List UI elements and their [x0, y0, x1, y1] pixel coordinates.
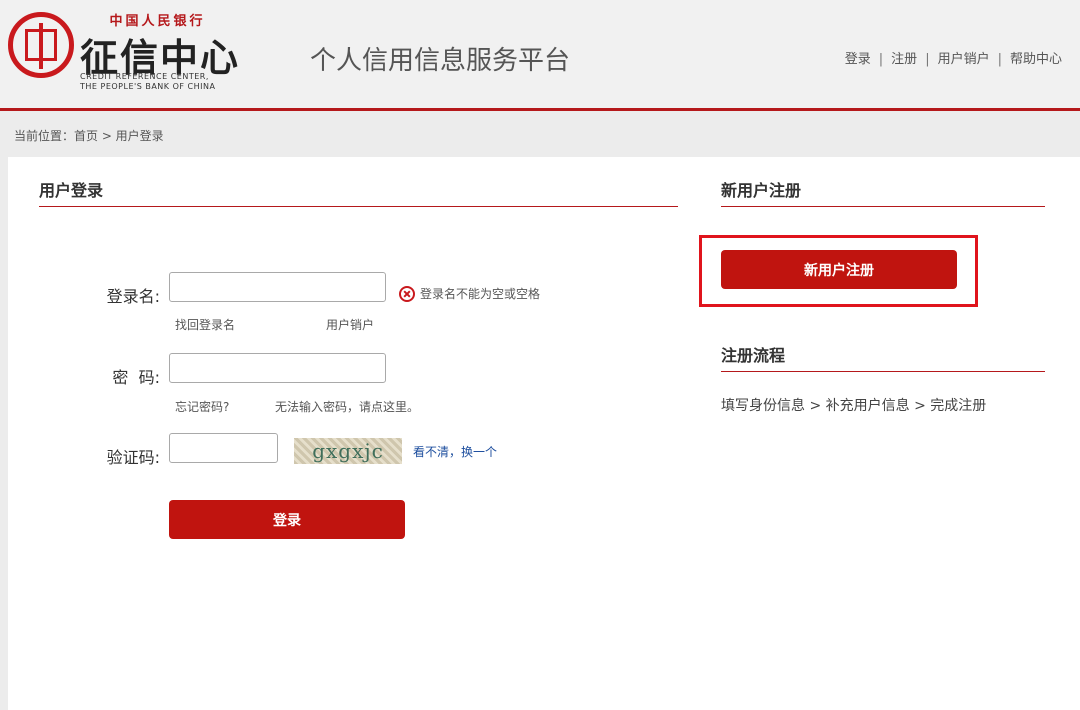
username-error: 登录名不能为空或空格 — [399, 285, 540, 302]
header-divider — [0, 108, 1080, 111]
username-input[interactable] — [169, 272, 386, 302]
captcha-image[interactable]: gxgxjc — [294, 438, 402, 464]
top-nav: 登录 | 注册 | 用户销户 | 帮助中心 — [845, 48, 1062, 67]
logo-english-text: CREDIT REFERENCE CENTER, THE PEOPLE'S BA… — [80, 72, 215, 92]
refresh-captcha-link[interactable]: 看不清，换一个 — [413, 443, 497, 460]
captcha-label: 验证码: — [106, 448, 160, 467]
breadcrumb: 当前位置：首页 > 用户登录 — [14, 129, 164, 143]
username-label: 登录名: — [106, 287, 160, 306]
cancel-account-link[interactable]: 用户销户 — [326, 316, 374, 333]
register-section-divider — [721, 206, 1045, 207]
forgot-password-link[interactable]: 忘记密码? — [175, 398, 229, 415]
register-button[interactable]: 新用户注册 — [721, 250, 957, 289]
register-section-title: 新用户注册 — [721, 181, 802, 200]
cannot-input-password-link[interactable]: 无法输入密码，请点这里。 — [275, 398, 419, 415]
main-content: 用户登录 登录名: 登录名不能为空或空格 找回登录名 用户销户 密 码: 忘记密… — [8, 157, 1080, 710]
nav-separator: | — [878, 52, 884, 67]
nav-separator: | — [925, 52, 930, 67]
nav-login-link[interactable]: 登录 — [845, 52, 871, 67]
nav-register-link[interactable]: 注册 — [891, 52, 917, 67]
nav-help-center-link[interactable]: 帮助中心 — [1010, 52, 1062, 67]
nav-separator: | — [997, 52, 1002, 67]
login-button[interactable]: 登录 — [169, 500, 405, 539]
error-icon — [399, 285, 415, 302]
page-header: 中国人民银行 征信中心 CREDIT REFERENCE CENTER, THE… — [0, 0, 1080, 108]
register-flow-divider — [721, 371, 1045, 372]
register-flow-steps: 填写身份信息 > 补充用户信息 > 完成注册 — [721, 398, 987, 414]
password-label: 密 码: — [112, 368, 160, 387]
credit-center-logo-icon — [8, 12, 74, 78]
password-input[interactable] — [169, 353, 386, 383]
login-section-title: 用户登录 — [39, 181, 104, 200]
login-section-divider — [39, 206, 678, 207]
captcha-input[interactable] — [169, 433, 278, 463]
logo-english-line2: THE PEOPLE'S BANK OF CHINA — [80, 82, 216, 91]
register-flow-title: 注册流程 — [721, 346, 786, 365]
nav-cancel-account-link[interactable]: 用户销户 — [938, 52, 990, 67]
platform-title: 个人信用信息服务平台 — [310, 46, 571, 76]
find-username-link[interactable]: 找回登录名 — [175, 316, 235, 333]
logo-english-line1: CREDIT REFERENCE CENTER, — [80, 72, 209, 81]
username-error-text: 登录名不能为空或空格 — [420, 287, 541, 301]
